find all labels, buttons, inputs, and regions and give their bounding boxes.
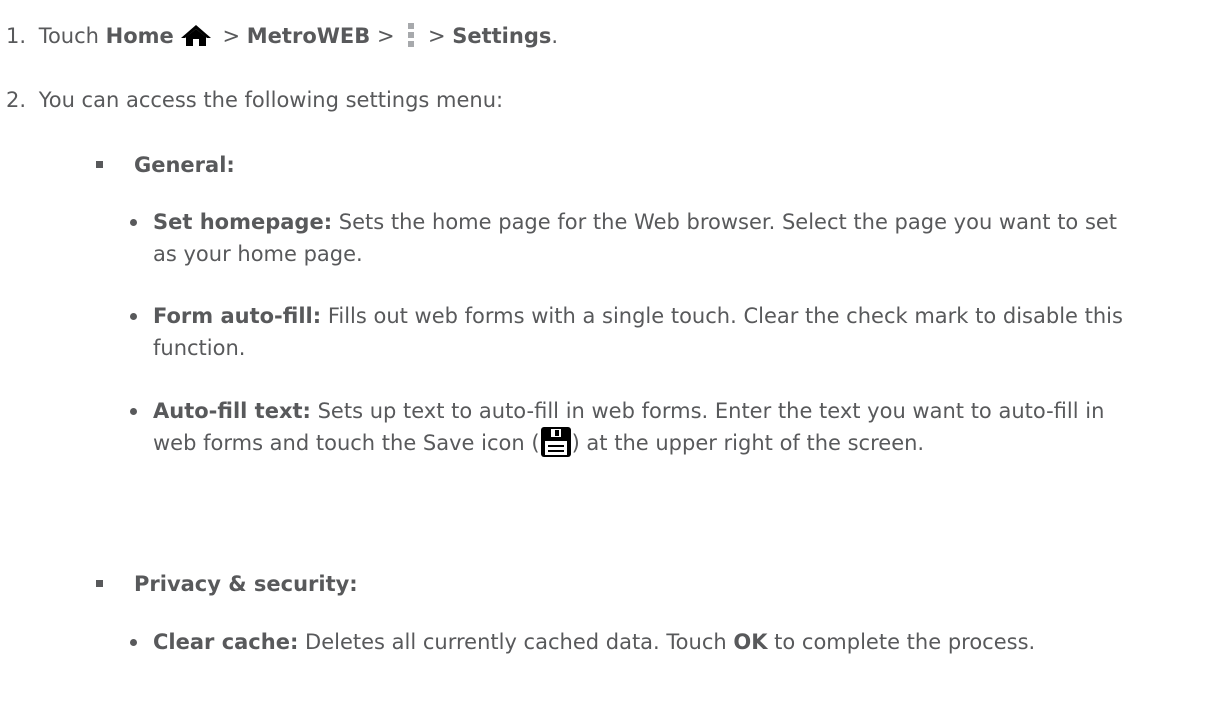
bullet [130, 219, 137, 226]
separator: > [376, 24, 395, 48]
item-description-end: to complete the process. [767, 630, 1036, 654]
list-item-set-homepage: Set homepage: Sets the home page for the… [130, 206, 1140, 270]
item-description: Deletes all currently cached data. Touch [298, 630, 734, 654]
settings-instructions: 1. Touch Home > MetroWEB > > Settings. 2… [0, 0, 1218, 719]
bullet [130, 639, 137, 646]
section-label: Privacy & security: [134, 572, 358, 596]
bullet [130, 408, 137, 415]
list-item-clear-cache: Clear cache: Deletes all currently cache… [130, 626, 1140, 658]
ok-label: OK [733, 630, 768, 654]
step-1: 1. Touch Home > MetroWEB > > Settings. [6, 20, 558, 57]
item-description-end: ) at the upper right of the screen. [571, 431, 925, 455]
item-text: Set homepage: Sets the home page for the… [153, 206, 1140, 270]
settings-label: Settings [452, 24, 552, 48]
item-title: Auto-fill text: [153, 399, 311, 423]
step-number: 1. [6, 24, 27, 48]
step-number: 2. [6, 88, 27, 112]
item-text: Auto-fill text: Sets up text to auto-fil… [153, 395, 1140, 466]
separator: > [427, 24, 446, 48]
period: . [551, 24, 559, 48]
separator: > [222, 24, 241, 48]
item-title: Clear cache: [153, 630, 299, 654]
home-icon [180, 23, 212, 55]
step-2: 2. You can access the following settings… [6, 84, 503, 116]
app-name: MetroWEB [246, 24, 371, 48]
list-item-form-auto-fill: Form auto-fill: Fills out web forms with… [130, 300, 1140, 364]
section-privacy-security: Privacy & security: [96, 568, 358, 600]
square-bullet [96, 580, 103, 587]
section-label: General: [134, 153, 235, 177]
bullet [130, 313, 137, 320]
step-text: You can access the following settings me… [38, 88, 504, 112]
item-title: Set homepage: [153, 210, 333, 234]
item-text: Clear cache: Deletes all currently cache… [153, 626, 1140, 658]
item-text: Form auto-fill: Fills out web forms with… [153, 300, 1140, 364]
list-item-auto-fill-text: Auto-fill text: Sets up text to auto-fil… [130, 395, 1140, 466]
square-bullet [96, 161, 103, 168]
menu-icon [407, 22, 415, 57]
touch-text: Touch [38, 24, 99, 48]
home-label: Home [105, 24, 174, 48]
section-general: General: [96, 149, 235, 181]
item-title: Form auto-fill: [153, 304, 322, 328]
save-icon [540, 427, 571, 466]
